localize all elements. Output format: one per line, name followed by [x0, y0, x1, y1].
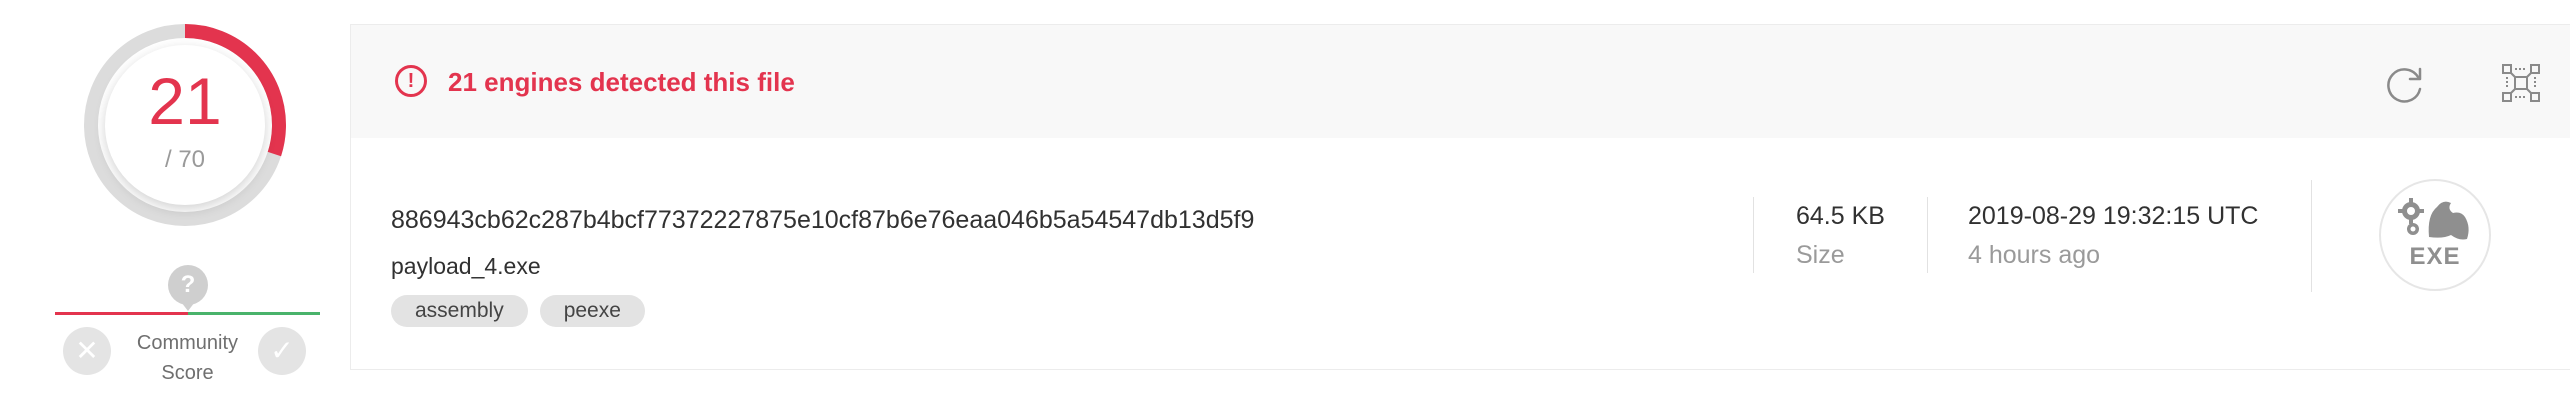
- file-summary-card: ! 21 engines detected this file 886943cb…: [350, 24, 2570, 370]
- detection-alert-bar: ! 21 engines detected this file: [351, 25, 2570, 138]
- detection-alert-text: 21 engines detected this file: [448, 67, 795, 97]
- last-analysis-relative: 4 hours ago: [1968, 241, 2101, 269]
- community-bar-harmless: [188, 312, 320, 315]
- community-bar-malicious: [55, 312, 188, 315]
- divider: [2311, 180, 2312, 292]
- file-type-label: EXE: [2409, 243, 2461, 270]
- divider: [1927, 197, 1928, 273]
- tag-peexe[interactable]: peexe: [539, 295, 645, 327]
- file-report-summary: 21 / 70 ? ✕ Community Score ✓ ! 21 engin…: [0, 0, 2570, 416]
- file-name: payload_4.exe: [391, 253, 541, 279]
- divider: [1753, 197, 1754, 273]
- vote-harmless-button[interactable]: ✓: [258, 327, 306, 375]
- community-score-label-line1: Community: [136, 332, 239, 354]
- detection-score-panel: 21 / 70 ? ✕ Community Score ✓: [0, 0, 350, 416]
- file-size-label: Size: [1796, 241, 1845, 269]
- gears-icon: [2398, 198, 2469, 240]
- tag-assembly[interactable]: assembly: [391, 295, 528, 327]
- community-score-label-line2: Score: [161, 362, 214, 384]
- similar-files-icon[interactable]: [2501, 63, 2541, 103]
- community-score: ? ✕ Community Score ✓: [55, 262, 320, 392]
- file-hash[interactable]: 886943cb62c287b4bcf77372227875e10cf87b6e…: [391, 205, 1254, 235]
- reanalyze-icon[interactable]: [2384, 63, 2428, 107]
- last-analysis-date: 2019-08-29 19:32:15 UTC: [1968, 202, 2259, 230]
- engine-total: / 70: [164, 146, 206, 173]
- alert-icon: !: [395, 65, 427, 97]
- community-score-indicator-tail: [178, 298, 198, 311]
- detection-gauge: 21 / 70: [80, 20, 290, 230]
- file-size-value: 64.5 KB: [1796, 202, 1885, 230]
- vote-malicious-button[interactable]: ✕: [63, 327, 111, 375]
- detection-count: 21: [148, 64, 222, 138]
- exe-file-icon: EXE: [2379, 179, 2491, 291]
- file-tags: assembly peexe: [391, 295, 657, 329]
- community-score-label: Community Score: [115, 328, 260, 388]
